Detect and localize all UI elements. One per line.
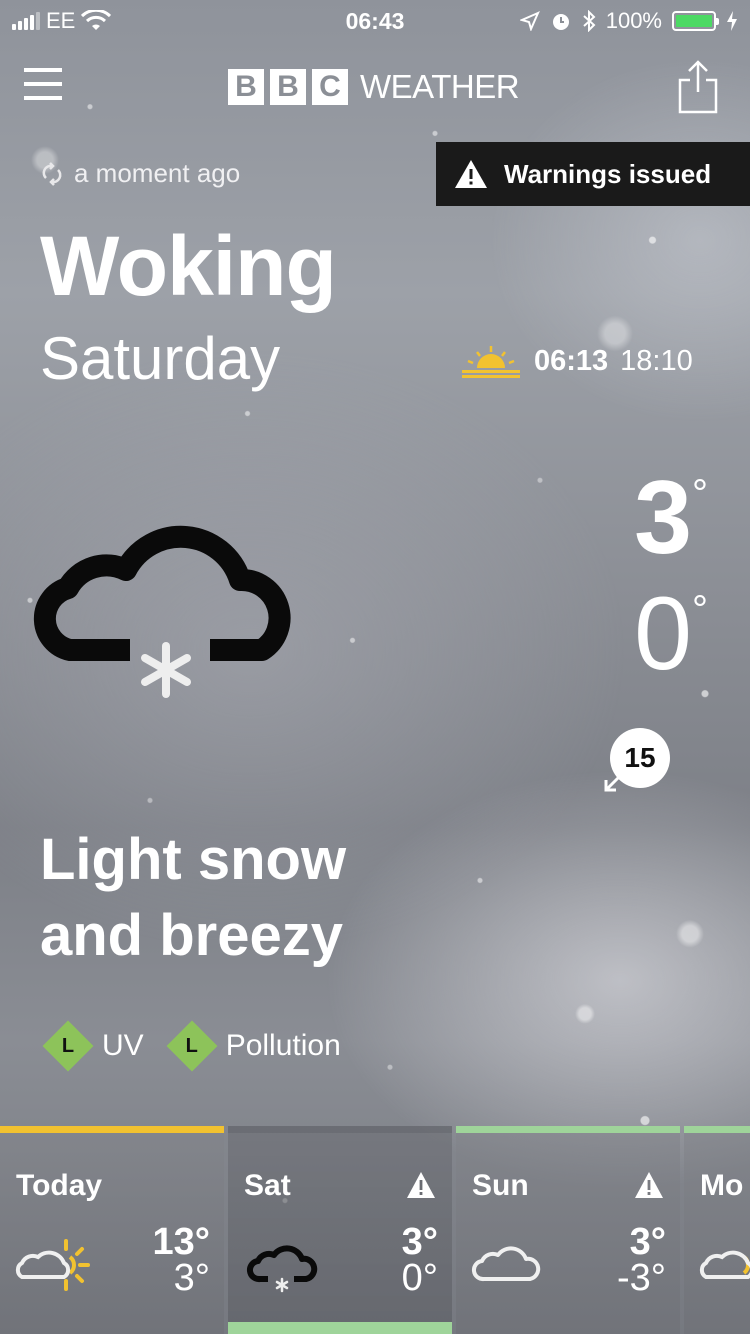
sun-cloud-icon bbox=[699, 1250, 750, 1279]
temperature-low: 0° bbox=[634, 582, 708, 686]
logo-letter: B bbox=[228, 69, 264, 105]
bluetooth-icon bbox=[583, 10, 596, 32]
degree-symbol: ° bbox=[692, 472, 708, 516]
weather-description-line: and breezy bbox=[40, 903, 343, 968]
forecast-day-name: Sat bbox=[244, 1169, 291, 1202]
temperature-low-value: 0 bbox=[634, 576, 692, 692]
uv-label: UV bbox=[102, 1029, 144, 1062]
forecast-day-name: Sun bbox=[472, 1169, 529, 1202]
environment-badges: L UV L Pollution bbox=[42, 1020, 341, 1072]
uv-level: L bbox=[61, 1035, 75, 1057]
level-diamond-icon: L bbox=[166, 1020, 218, 1072]
forecast-strip: Today 13° 3° Sat 3° 0° Sun 3° -3° Mo bbox=[0, 1126, 750, 1334]
battery-percent: 100% bbox=[605, 8, 662, 33]
location-arrow-icon bbox=[519, 11, 540, 31]
weather-description-line: Light snow bbox=[40, 827, 347, 892]
cloud-icon bbox=[472, 1246, 541, 1282]
forecast-low: -3° bbox=[617, 1257, 666, 1299]
status-right: 100% bbox=[519, 8, 738, 34]
level-diamond-icon: L bbox=[42, 1020, 94, 1072]
forecast-day-name: Today bbox=[16, 1169, 103, 1202]
share-icon[interactable] bbox=[676, 58, 720, 114]
pollution-badge[interactable]: L Pollution bbox=[166, 1020, 341, 1072]
sunset-time: 18:10 bbox=[620, 344, 693, 377]
warning-icon bbox=[407, 1172, 435, 1198]
charging-bolt-icon bbox=[727, 11, 737, 31]
status-bar: EE 06:43 100% bbox=[0, 0, 750, 40]
refresh-icon[interactable] bbox=[40, 161, 64, 186]
sun-times: 06:13 18:10 bbox=[460, 344, 693, 378]
degree-symbol: ° bbox=[692, 588, 708, 632]
alarm-icon bbox=[552, 14, 569, 30]
battery-icon bbox=[672, 11, 719, 31]
warnings-button[interactable]: Warnings issued bbox=[436, 142, 750, 206]
warning-icon bbox=[455, 160, 487, 188]
light-snow-cloud-icon bbox=[33, 525, 291, 698]
last-updated-text: a moment ago bbox=[74, 158, 241, 188]
wind-indicator: 15 bbox=[602, 720, 674, 792]
location-name: Woking bbox=[40, 219, 337, 313]
forecast-day-mon[interactable]: Mo bbox=[684, 1126, 750, 1334]
last-updated[interactable]: a moment ago bbox=[40, 158, 240, 189]
weather-description: Light snow and breezy bbox=[40, 822, 460, 974]
snow-cloud-icon bbox=[247, 1245, 318, 1293]
warnings-label: Warnings issued bbox=[504, 158, 712, 189]
selected-day: Saturday bbox=[40, 325, 281, 392]
logo-letter: C bbox=[312, 69, 348, 105]
wind-speed: 15 bbox=[610, 728, 670, 788]
temperature-high: 3° bbox=[634, 466, 708, 570]
sun-cloud-icon bbox=[15, 1239, 90, 1291]
forecast-low: 0° bbox=[401, 1257, 438, 1299]
forecast-day-sun[interactable]: Sun 3° -3° bbox=[456, 1126, 680, 1334]
forecast-day-sat[interactable]: Sat 3° 0° bbox=[228, 1126, 452, 1334]
pollution-label: Pollution bbox=[225, 1029, 341, 1062]
uv-badge[interactable]: L UV bbox=[42, 1020, 144, 1072]
selected-indicator bbox=[228, 1322, 452, 1334]
warning-icon bbox=[635, 1172, 663, 1198]
sunrise-icon bbox=[462, 346, 520, 378]
pollution-level: L bbox=[185, 1035, 198, 1057]
forecast-day-today[interactable]: Today 13° 3° bbox=[0, 1126, 224, 1334]
logo-word: WEATHER bbox=[360, 68, 520, 105]
forecast-day-name: Mo bbox=[700, 1169, 744, 1202]
sunrise-time: 06:13 bbox=[534, 344, 609, 377]
forecast-low: 3° bbox=[173, 1257, 210, 1299]
temperature-high-value: 3 bbox=[634, 460, 692, 576]
logo-letter: B bbox=[270, 69, 306, 105]
hamburger-menu-icon[interactable] bbox=[24, 68, 62, 102]
bbc-weather-logo: B B C WEATHER bbox=[228, 68, 520, 106]
